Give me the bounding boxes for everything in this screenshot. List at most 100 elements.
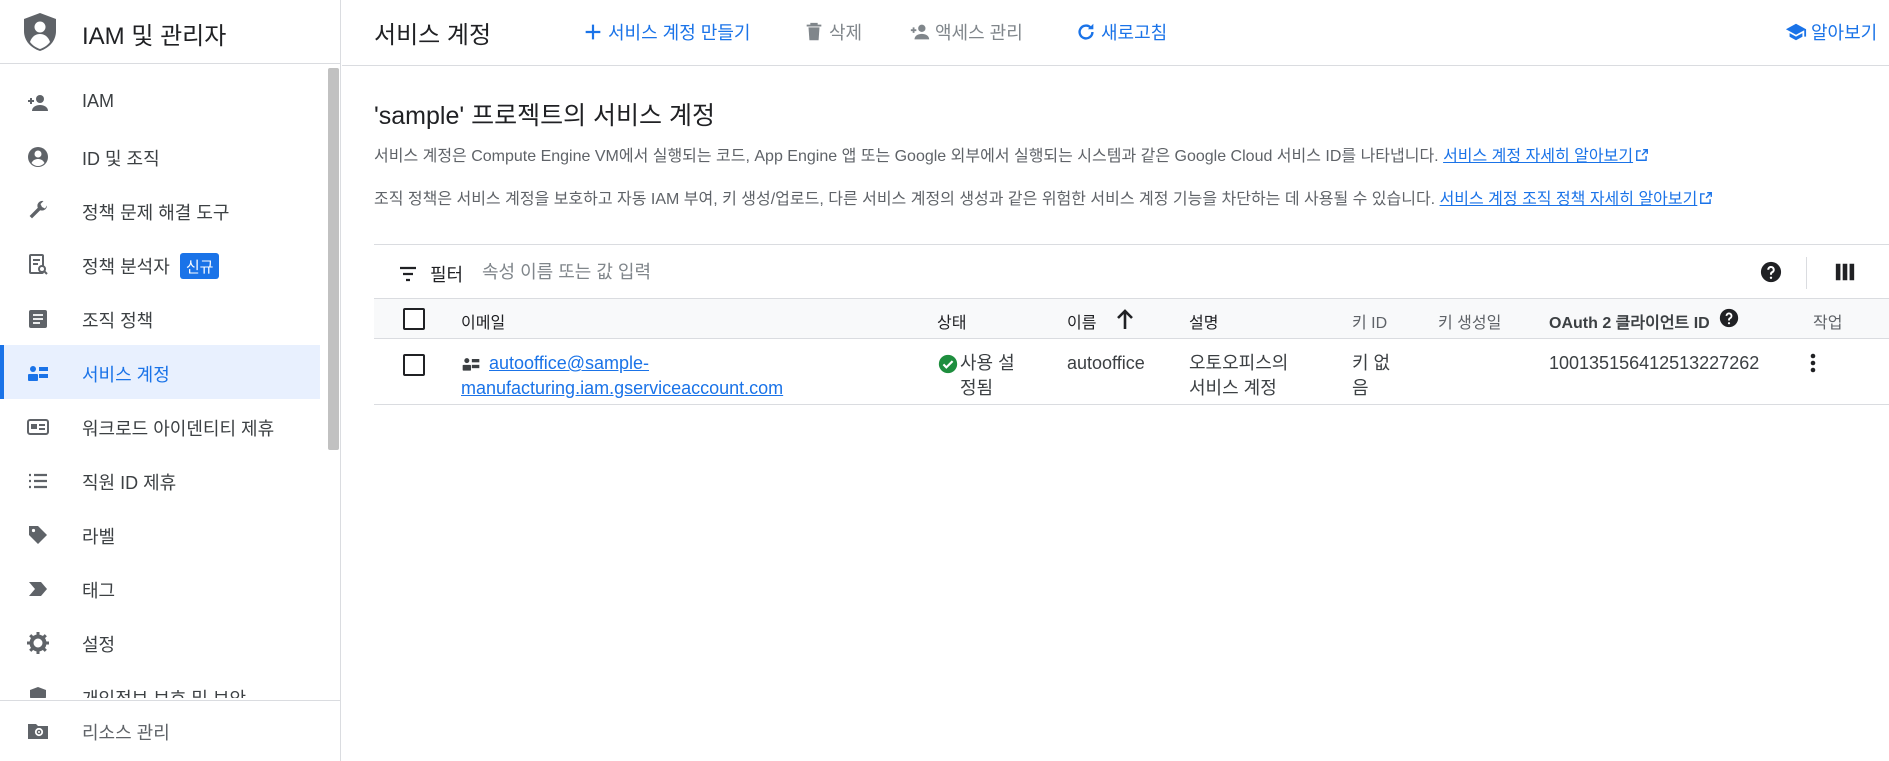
sidebar-item-policy-analyzer[interactable]: 정책 분석자 신규 <box>0 237 320 291</box>
description-text: 조직 정책은 서비스 계정을 보호하고 자동 IAM 부여, 키 생성/업로드,… <box>374 191 1436 208</box>
sidebar-item-label: 조직 정책 <box>82 311 154 331</box>
filter-icon[interactable] <box>398 264 418 284</box>
sidebar-item-identity-organization[interactable]: ID 및 조직 <box>0 129 320 183</box>
column-header-key-created[interactable]: 키 생성일 <box>1438 309 1501 333</box>
column-header-status[interactable]: 상태 <box>937 309 966 333</box>
account-circle-icon <box>28 147 48 167</box>
section-title: 'sample' 프로젝트의 서비스 계정 <box>374 102 715 130</box>
service-account-email-link[interactable]: autooffice@sample- manufacturing.iam.gse… <box>461 351 791 401</box>
link-text: 서비스 계정 조직 정책 자세히 알아보기 <box>1439 191 1698 208</box>
sidebar-item-labels[interactable]: 라벨 <box>0 507 320 561</box>
person-add-icon <box>910 24 930 40</box>
manage-access-button[interactable]: 액세스 관리 <box>909 18 1023 46</box>
manage-access-label: 액세스 관리 <box>935 23 1023 43</box>
sidebar-item-label: 리소스 관리 <box>82 723 170 743</box>
column-header-key-id[interactable]: 키 ID <box>1352 309 1387 333</box>
article-icon <box>29 310 47 328</box>
org-policy-description: 조직 정책은 서비스 계정을 보호하고 자동 IAM 부여, 키 생성/업로드,… <box>374 185 1713 209</box>
filter-input[interactable] <box>482 257 1082 287</box>
sidebar-header: IAM 및 관리자 <box>0 0 340 64</box>
sidebar-item-label: 라벨 <box>82 527 116 547</box>
learn-more-org-policy-link[interactable]: 서비스 계정 조직 정책 자세히 알아보기 <box>1440 191 1698 208</box>
refresh-icon <box>1078 23 1094 40</box>
toolbar: 서비스 계정 서비스 계정 만들기 삭제 액세스 관리 새로고침 알아보기 <box>342 0 1889 66</box>
create-service-account-button[interactable]: 서비스 계정 만들기 <box>582 18 750 46</box>
refresh-label: 새로고침 <box>1101 23 1168 43</box>
row-checkbox[interactable] <box>403 354 425 376</box>
sidebar-item-label: IAM <box>82 91 115 111</box>
oauth-client-id-cell: 100135156412513227262 <box>1549 353 1760 373</box>
sidebar-item-resource-manager[interactable]: 리소스 관리 <box>0 700 340 761</box>
learn-button[interactable]: 알아보기 <box>1785 18 1877 46</box>
delete-label: 삭제 <box>829 23 863 43</box>
trash-icon <box>806 22 822 41</box>
description-text: 서비스 계정은 Compute Engine VM에서 실행되는 코드, App… <box>374 148 1439 165</box>
sidebar-scrollbar[interactable] <box>328 68 339 450</box>
service-account-description: 서비스 계정은 Compute Engine VM에서 실행되는 코드, App… <box>374 142 1649 166</box>
product-title: IAM 및 관리자 <box>82 23 227 50</box>
select-all-checkbox[interactable] <box>403 308 425 330</box>
more-vert-icon[interactable] <box>1801 351 1825 375</box>
name-cell: autooffice <box>1067 353 1145 373</box>
divider <box>1806 257 1807 289</box>
sidebar-item-label: ID 및 조직 <box>82 149 160 169</box>
sidebar-item-organization-policies[interactable]: 조직 정책 <box>0 291 320 345</box>
column-header-name-text: 이름 <box>1067 315 1097 332</box>
sidebar-item-label: 정책 분석자 신규 <box>82 253 220 279</box>
sidebar-item-settings[interactable]: 설정 <box>0 615 320 669</box>
sidebar-item-label: 설정 <box>82 635 116 655</box>
gear-icon <box>27 632 49 654</box>
refresh-button[interactable]: 새로고침 <box>1075 18 1167 46</box>
check-circle-icon <box>938 354 958 374</box>
external-link-icon <box>1700 192 1713 204</box>
key-id-text: 음 <box>1352 378 1369 398</box>
main-content: 'sample' 프로젝트의 서비스 계정 서비스 계정은 Compute En… <box>342 66 1889 761</box>
sidebar-item-policy-troubleshooter[interactable]: 정책 문제 해결 도구 <box>0 183 320 237</box>
id-card-icon <box>27 419 49 435</box>
sidebar-item-label: 워크로드 아이덴티티 제휴 <box>82 419 275 439</box>
description-text: 서비스 계정 <box>1189 378 1277 398</box>
column-header-description[interactable]: 설명 <box>1189 309 1218 333</box>
learn-label: 알아보기 <box>1811 23 1878 43</box>
sidebar-item-tags[interactable]: 태그 <box>0 561 320 615</box>
column-header-oauth-client-id[interactable]: OAuth 2 클라이언트 ID <box>1549 309 1710 333</box>
column-header-email[interactable]: 이메일 <box>461 309 505 333</box>
sidebar-item-label: 개인정보 보호 및 보안 <box>82 685 246 698</box>
sidebar-item-privacy-security[interactable]: 개인정보 보호 및 보안 <box>0 669 320 698</box>
sort-ascending-arrow-icon[interactable] <box>1114 307 1136 331</box>
sidebar-nav: IAM ID 및 조직 정책 문제 해결 도구 정책 분석자 신규 조직 정책 서… <box>0 68 322 698</box>
email-line: manufacturing.iam.gserviceaccount.com <box>461 378 784 398</box>
table-row: autooffice@sample- manufacturing.iam.gse… <box>374 339 1889 405</box>
list-icon <box>29 473 47 489</box>
iam-shield-logo-icon <box>24 13 56 51</box>
help-icon[interactable] <box>1760 261 1782 283</box>
help-icon[interactable] <box>1719 308 1739 328</box>
delete-button[interactable]: 삭제 <box>803 18 862 46</box>
label-icon <box>29 526 47 544</box>
sidebar-item-service-accounts[interactable]: 서비스 계정 <box>0 345 320 399</box>
status-text: 사용 설 <box>960 353 1015 373</box>
status-cell: 사용 설 정됨 <box>960 351 1015 401</box>
school-icon <box>1785 23 1807 41</box>
folder-gear-icon <box>28 724 48 739</box>
sidebar-item-label: 정책 문제 해결 도구 <box>82 203 230 223</box>
wrench-icon <box>29 200 48 219</box>
create-service-account-label: 서비스 계정 만들기 <box>608 23 751 43</box>
column-header-name[interactable]: 이름 <box>1067 309 1096 333</box>
column-display-icon[interactable] <box>1834 261 1856 283</box>
sidebar: IAM 및 관리자 IAM ID 및 조직 정책 문제 해결 도구 정책 분석자… <box>0 0 341 761</box>
new-badge: 신규 <box>179 253 220 279</box>
sidebar-item-iam[interactable]: IAM <box>0 75 320 129</box>
key-id-text: 키 없 <box>1352 353 1391 373</box>
external-link-icon <box>1636 149 1649 161</box>
filter-bar: 필터 <box>374 244 1889 299</box>
service-account-icon <box>28 366 48 381</box>
sidebar-item-workforce-identity-federation[interactable]: 직원 ID 제휴 <box>0 453 320 507</box>
learn-more-service-accounts-link[interactable]: 서비스 계정 자세히 알아보기 <box>1443 148 1633 165</box>
key-id-cell: 키 없 음 <box>1352 351 1390 401</box>
sidebar-item-workload-identity-federation[interactable]: 워크로드 아이덴티티 제휴 <box>0 399 320 453</box>
email-line: autooffice@sample- <box>489 353 650 373</box>
table-header: 이메일 상태 이름 설명 키 ID 키 생성일 OAuth 2 클라이언트 ID… <box>374 299 1889 339</box>
status-text: 정됨 <box>960 378 994 398</box>
description-cell: 오토오피스의 서비스 계정 <box>1189 351 1288 401</box>
